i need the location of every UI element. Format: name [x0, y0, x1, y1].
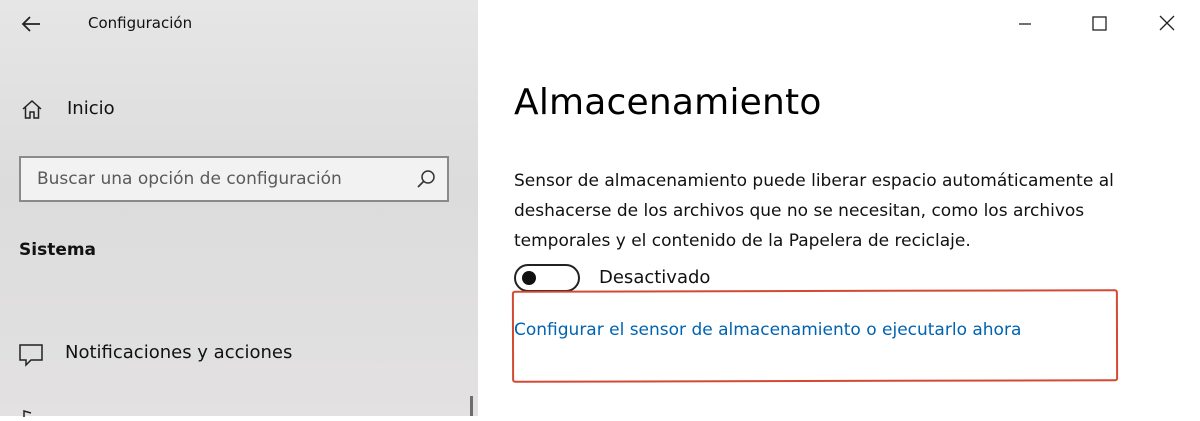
partial-item-icon — [22, 402, 36, 417]
home-icon — [20, 98, 44, 122]
sidebar-item-label: Notificaciones y acciones — [65, 342, 293, 363]
page-title: Almacenamiento — [514, 82, 822, 123]
configure-storage-sense-link[interactable]: Configurar el sensor de almacenamiento o… — [514, 320, 1021, 340]
sidebar-item-label: Inicio — [67, 98, 115, 119]
sidebar-item-home[interactable]: Inicio — [18, 94, 438, 126]
app-title: Configuración — [88, 14, 193, 32]
sidebar-item-notifications[interactable]: Notificaciones y acciones — [18, 336, 438, 370]
sidebar: Configuración Inicio Buscar una opción d… — [0, 0, 478, 417]
close-icon[interactable] — [1150, 8, 1184, 38]
back-arrow-icon[interactable] — [18, 10, 46, 38]
minimize-icon[interactable] — [1008, 8, 1042, 38]
notifications-icon — [18, 341, 44, 367]
toggle-state-label: Desactivado — [599, 267, 711, 288]
storage-sense-description: Sensor de almacenamiento puede liberar e… — [514, 171, 1114, 251]
search-icon[interactable] — [415, 168, 437, 190]
toggle-knob — [522, 271, 536, 285]
search-input[interactable]: Buscar una opción de configuración — [19, 156, 449, 202]
section-title-sistema: Sistema — [19, 240, 97, 260]
search-placeholder: Buscar una opción de configuración — [37, 169, 342, 189]
sidebar-scrollbar[interactable] — [470, 396, 473, 416]
storage-sense-toggle[interactable] — [514, 264, 580, 292]
main-panel: Almacenamiento Sensor de almacenamiento … — [478, 0, 1200, 416]
maximize-icon[interactable] — [1082, 8, 1116, 38]
